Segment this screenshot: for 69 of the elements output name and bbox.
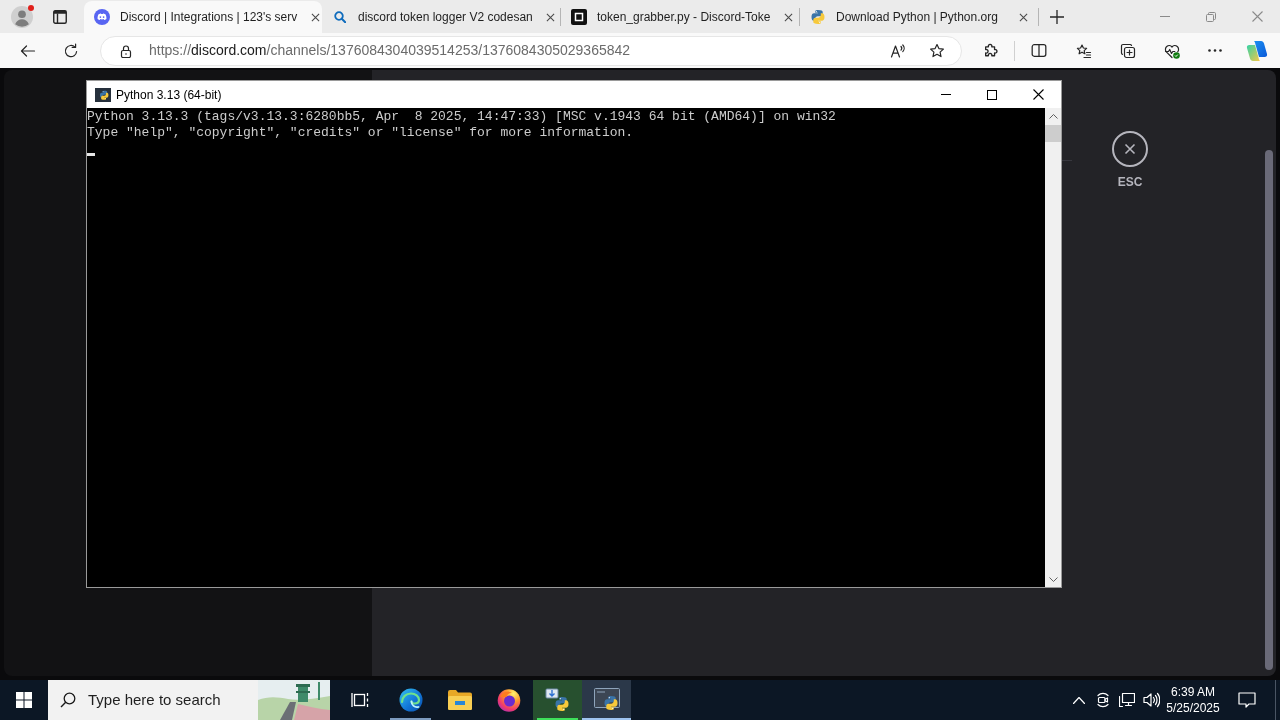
square-logo-icon bbox=[571, 9, 587, 25]
running-indicator-icon bbox=[537, 718, 578, 720]
camera-icon bbox=[1095, 692, 1111, 708]
chevron-up-icon bbox=[1073, 696, 1085, 704]
console-line: Python 3.13.3 (tags/v3.13.3:6280bb5, Apr 8 2025, 14:47:33) [MSC v.1943 64 bit (AMD64)] on win32 bbox=[87, 109, 836, 125]
speech-bubble-icon bbox=[1238, 692, 1256, 708]
folder-icon bbox=[447, 690, 472, 710]
globe-icon bbox=[496, 688, 521, 712]
window-title: Python 3.13 (64-bit) bbox=[116, 86, 222, 104]
restore-icon bbox=[1206, 11, 1216, 22]
landscape-picture bbox=[258, 680, 330, 720]
close-icon bbox=[546, 12, 556, 22]
volume-icon bbox=[1142, 692, 1160, 708]
running-indicator-icon bbox=[390, 718, 431, 720]
scroll-up-icon bbox=[1048, 114, 1058, 119]
controller-icon bbox=[94, 9, 110, 25]
close-icon bbox=[310, 12, 320, 22]
collections-icon bbox=[1120, 42, 1136, 59]
task-view-icon bbox=[351, 692, 369, 708]
avatar-icon bbox=[11, 5, 33, 28]
ribbon-logo-icon bbox=[1246, 39, 1268, 62]
escape-button[interactable]: ESC bbox=[1112, 131, 1148, 189]
swirl-icon bbox=[398, 688, 423, 712]
lock-icon bbox=[119, 43, 133, 58]
scrollbar[interactable] bbox=[1045, 108, 1061, 587]
start-icon bbox=[16, 692, 32, 708]
plus-icon bbox=[1050, 9, 1064, 24]
clock-button[interactable]: 6:39 AM 5/25/2025 bbox=[1163, 680, 1223, 720]
scroll-down-icon bbox=[1048, 577, 1058, 582]
clock-time: 6:39 AM bbox=[1171, 684, 1215, 700]
scrollbar-thumb[interactable] bbox=[1265, 150, 1273, 670]
console-snakes-icon bbox=[95, 86, 111, 103]
taskbar-app-button[interactable] bbox=[582, 680, 631, 720]
back-arrow-icon bbox=[20, 42, 36, 59]
close-icon bbox=[1251, 11, 1263, 22]
star-icon bbox=[929, 42, 945, 59]
more-icon bbox=[1208, 49, 1222, 52]
scrollbar-thumb[interactable] bbox=[1045, 125, 1061, 142]
address-field[interactable]: https://discord.com/channels/1376084304039514253/1376084305029365842 bbox=[100, 35, 962, 66]
star-list-icon bbox=[1076, 42, 1092, 59]
maximize-icon bbox=[987, 89, 997, 100]
refresh-icon bbox=[63, 42, 79, 59]
close-icon bbox=[1112, 131, 1148, 167]
minimize-icon bbox=[941, 94, 951, 95]
browser-tab[interactable]: Discord | Integrations | 123's serv bbox=[84, 1, 322, 33]
installer-icon bbox=[544, 687, 571, 713]
search-icon bbox=[334, 11, 346, 23]
console-line: Type "help", "copyright", "credits" or "license" for more information. bbox=[87, 125, 634, 141]
read-aloud-icon bbox=[890, 42, 906, 59]
close-icon bbox=[1032, 89, 1044, 100]
url-text: https://discord.com/channels/1376084304039514253/1376084305029365842 bbox=[149, 41, 631, 60]
console-snakes-icon bbox=[593, 688, 620, 712]
clock-date: 5/25/2025 bbox=[1166, 700, 1220, 716]
profile-button[interactable] bbox=[8, 2, 36, 31]
tab-actions-icon bbox=[53, 9, 67, 24]
search-icon bbox=[60, 692, 76, 708]
close-icon bbox=[1018, 12, 1028, 22]
close-icon bbox=[783, 12, 793, 22]
heart-pulse-icon bbox=[1164, 42, 1180, 59]
network-icon bbox=[1119, 692, 1135, 708]
notification-dot-icon bbox=[28, 4, 34, 11]
puzzle-icon bbox=[983, 43, 999, 58]
running-indicator-icon bbox=[582, 718, 631, 720]
minimize-icon bbox=[1160, 16, 1170, 17]
cursor-icon bbox=[87, 153, 95, 156]
taskbar-app-button[interactable] bbox=[533, 680, 582, 720]
split-screen-icon bbox=[1031, 44, 1047, 57]
snakes-logo-icon bbox=[810, 9, 826, 25]
search-field[interactable]: Type here to search bbox=[48, 680, 330, 720]
